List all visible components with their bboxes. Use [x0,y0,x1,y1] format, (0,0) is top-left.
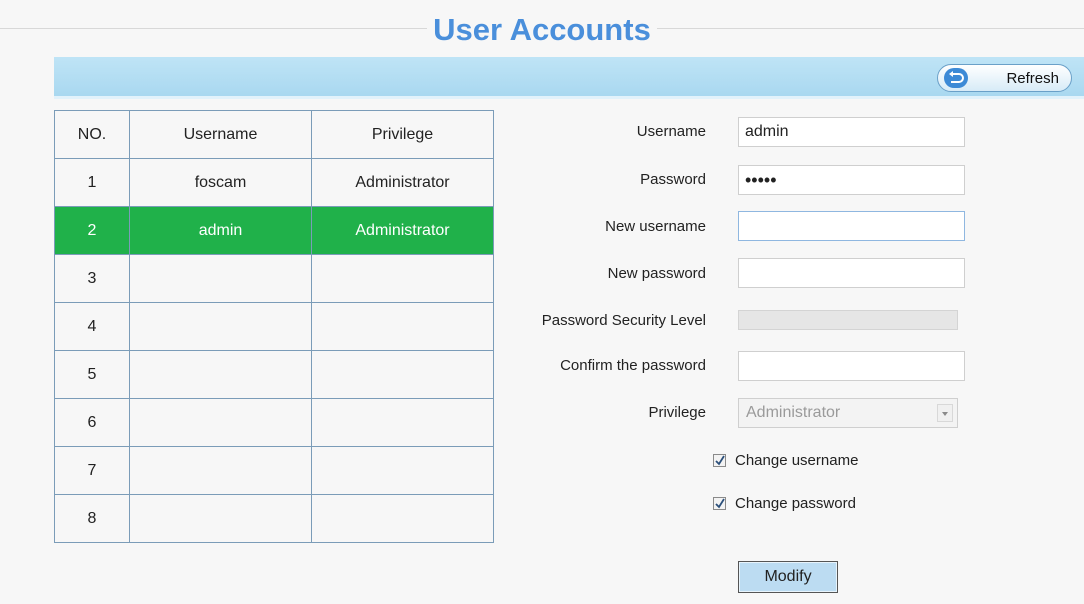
password-label: Password [640,171,706,188]
password-security-meter [738,310,958,330]
username-field[interactable]: admin [738,117,965,147]
table-row[interactable]: 8 [54,494,494,543]
cell-username [129,494,312,543]
cell-no: 8 [54,494,130,543]
modify-button[interactable]: Modify [738,561,838,593]
check-icon [715,455,725,466]
new-username-label: New username [605,218,706,235]
cell-privilege [311,494,494,543]
change-password-label: Change password [735,495,856,512]
confirm-password-field[interactable] [738,351,965,381]
check-icon [715,498,725,509]
password-field[interactable]: ••••• [738,165,965,195]
page-title: User Accounts [0,12,1084,48]
table-row[interactable]: 7 [54,446,494,495]
security-level-label: Password Security Level [541,312,706,329]
new-username-field[interactable] [738,211,965,241]
privilege-select-value: Administrator [746,404,841,421]
chevron-down-icon[interactable] [937,404,953,422]
cell-privilege [311,446,494,495]
refresh-label: Refresh [1006,70,1059,87]
confirm-password-label: Confirm the password [560,357,706,374]
change-username-label: Change username [735,452,859,469]
privilege-select[interactable]: Administrator [738,398,958,428]
toolbar: Refresh [54,57,1084,99]
cell-no: 7 [54,446,130,495]
change-password-checkbox[interactable] [713,497,726,510]
refresh-icon [944,68,968,88]
cell-username [129,446,312,495]
new-password-label: New password [607,265,706,282]
privilege-label: Privilege [648,404,706,421]
change-username-checkbox[interactable] [713,454,726,467]
new-password-field[interactable] [738,258,965,288]
refresh-button[interactable]: Refresh [937,64,1072,92]
username-label: Username [636,123,706,140]
